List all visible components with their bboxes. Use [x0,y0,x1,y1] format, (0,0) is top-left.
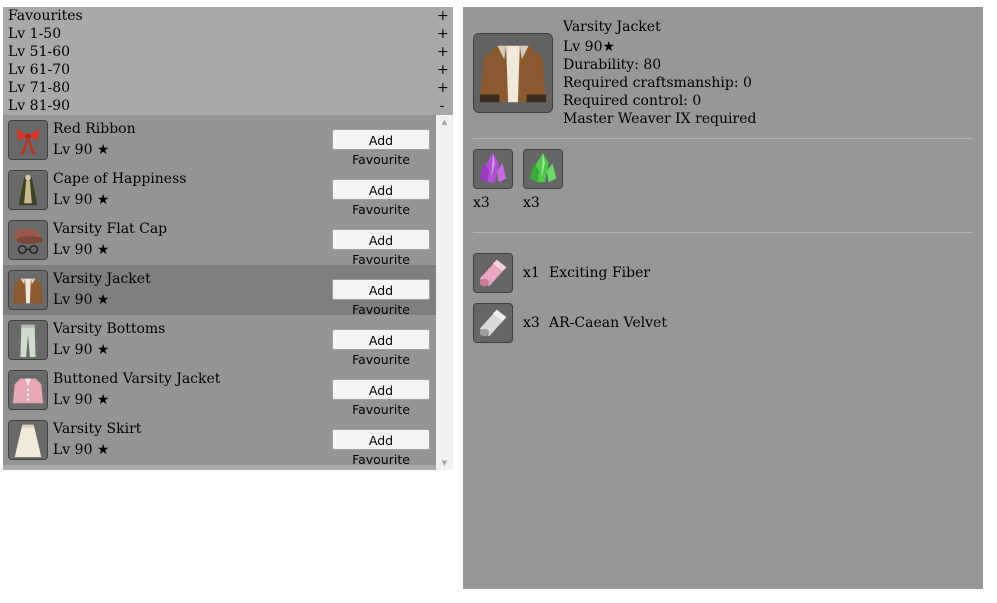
item-level: Lv 90 ★ [53,292,110,308]
item-name: Buttoned Varsity Jacket [53,371,221,387]
add-favourite-button[interactable]: Add Favourite [332,179,430,217]
category-label: Lv 71-80 [8,80,71,96]
item-name: Varsity Jacket [53,271,151,287]
category-lv-81-90[interactable]: Lv 81-90 - [3,97,453,115]
expand-toggle[interactable]: + [437,43,449,61]
bottoms-icon [8,320,48,360]
list-item[interactable]: Varsity Bottoms Lv 90 ★ Add Favourite [3,315,436,367]
category-label: Lv 61-70 [8,62,71,78]
add-favourite-button[interactable]: Add Favourite [332,129,430,167]
material-name: AR-Caean Velvet [549,315,667,331]
scroll-up-arrow-icon[interactable]: ▲ [436,115,453,129]
control-text: Required control: 0 [563,93,702,109]
material-name: Exciting Fiber [549,265,651,281]
item-name: Cape of Happiness [53,171,187,187]
purple-crystal-icon [473,149,513,189]
add-favourite-button[interactable]: Add Favourite [332,379,430,417]
item-name: Red Ribbon [53,121,136,137]
item-level: Lv 90 ★ [53,142,110,158]
crystal-quantity: x3 [523,195,540,211]
list-item[interactable]: Buttoned Varsity Jacket Lv 90 ★ Add Favo… [3,365,436,417]
list-item[interactable]: Varsity Skirt Lv 90 ★ Add Favourite [3,415,436,467]
add-favourite-button[interactable]: Add Favourite [332,279,430,317]
expand-toggle[interactable]: + [437,7,449,25]
category-lv-1-50[interactable]: Lv 1-50 + [3,25,453,43]
item-level: Lv 90 ★ [53,342,110,358]
requirement-text: Master Weaver IX required [563,111,757,127]
item-name: Varsity Bottoms [53,321,166,337]
item-level: Lv 90★ [563,39,616,55]
category-label: Favourites [8,8,83,24]
category-lv-71-80[interactable]: Lv 71-80 + [3,79,453,97]
material-quantity: x1 [523,265,540,281]
expand-toggle[interactable]: + [437,25,449,43]
recipe-item-list: Red Ribbon Lv 90 ★ Add Favourite Cape of… [3,115,453,470]
recipe-browser: Favourites + Lv 1-50 + Lv 51-60 + Lv 61-… [3,7,453,470]
item-name: Varsity Flat Cap [53,221,168,237]
crystal-quantity: x3 [473,195,490,211]
item-level: Lv 90 ★ [53,192,110,208]
category-label: Lv 1-50 [8,26,62,42]
list-item-selected[interactable]: Varsity Jacket Lv 90 ★ Add Favourite [3,265,436,317]
green-crystal-icon [523,149,563,189]
jacket-icon [473,33,553,113]
category-lv-61-70[interactable]: Lv 61-70 + [3,61,453,79]
list-item[interactable]: Varsity Flat Cap Lv 90 ★ Add Favourite [3,215,436,267]
list-item[interactable]: Cape of Happiness Lv 90 ★ Add Favourite [3,165,436,217]
category-list: Favourites + Lv 1-50 + Lv 51-60 + Lv 61-… [3,7,453,115]
divider [473,138,973,139]
add-favourite-button[interactable]: Add Favourite [332,429,430,467]
skirt-icon [8,420,48,460]
cape-icon [8,170,48,210]
scroll-down-arrow-icon[interactable]: ▼ [436,456,453,470]
jacket-icon [8,270,48,310]
item-level: Lv 90 ★ [53,392,110,408]
category-lv-51-60[interactable]: Lv 51-60 + [3,43,453,61]
list-item[interactable]: Red Ribbon Lv 90 ★ Add Favourite [3,115,436,167]
item-level: Lv 90 ★ [53,242,110,258]
silver-cloth-icon [473,303,513,343]
category-label: Lv 51-60 [8,44,71,60]
expand-toggle[interactable]: + [437,79,449,97]
recipe-detail-panel: Varsity Jacket Lv 90★ Durability: 80 Req… [463,7,983,589]
craftsmanship-text: Required craftsmanship: 0 [563,75,752,91]
add-favourite-button[interactable]: Add Favourite [332,229,430,267]
item-name: Varsity Skirt [53,421,142,437]
red-ribbon-icon [8,120,48,160]
divider [473,232,973,233]
category-label: Lv 81-90 [8,98,71,114]
flat-cap-icon [8,220,48,260]
item-level: Lv 90 ★ [53,442,110,458]
collapse-toggle[interactable]: - [437,97,447,115]
pink-jacket-icon [8,370,48,410]
material-quantity: x3 [523,315,540,331]
category-favourites[interactable]: Favourites + [3,7,453,25]
expand-toggle[interactable]: + [437,61,449,79]
add-favourite-button[interactable]: Add Favourite [332,329,430,367]
durability-text: Durability: 80 [563,57,662,73]
scrollbar[interactable]: ▲ ▼ [436,115,453,470]
pink-cloth-icon [473,253,513,293]
item-title: Varsity Jacket [563,19,661,35]
